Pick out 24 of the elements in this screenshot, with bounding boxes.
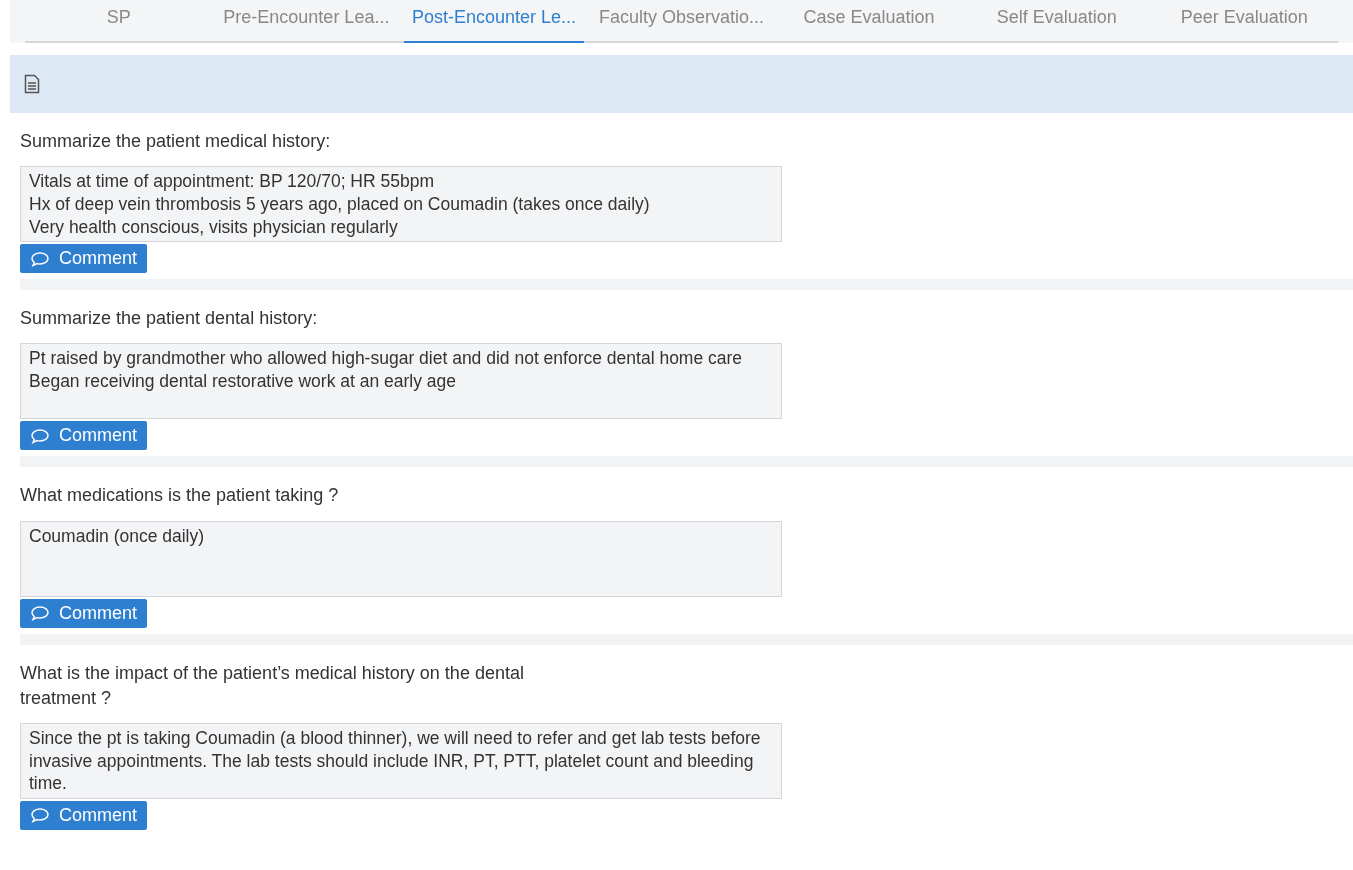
question-label: What is the impact of the patient’s medical history on the dental treatment ? [20, 661, 525, 710]
comment-button[interactable]: Comment [20, 244, 148, 274]
answer-field[interactable]: Since the pt is taking Coumadin (a blood thinner), we will need to refer and get lab tests before invasive appointments. The lab tests should include INR, PT, PTT, platelet count and bleeding time. [20, 722, 782, 799]
comment-button[interactable]: Comment [20, 800, 148, 830]
tab[interactable]: Pre-Encounter Lea... [215, 0, 398, 43]
speech-bubble-icon [30, 427, 50, 444]
tab[interactable]: Post-Encounter Le... [403, 0, 584, 43]
tab[interactable]: SP [98, 0, 139, 43]
speech-bubble-icon [30, 250, 50, 267]
question-label: Summarize the patient dental history: [20, 307, 319, 331]
tab[interactable]: Self Evaluation [988, 0, 1125, 43]
tab[interactable]: Faculty Observatio... [591, 0, 773, 43]
answer-field[interactable]: Vitals at time of appointment: BP 120/70; HR 55bpm Hx of deep vein thrombosis 5 years ago, placed on Coumadin (takes once daily) Very health conscious, visits physician regularly [20, 166, 782, 243]
tab[interactable]: Case Evaluation [795, 0, 943, 43]
speech-bubble-icon [30, 605, 50, 622]
tab[interactable]: Peer Evaluation [1172, 0, 1316, 43]
document-icon[interactable] [24, 74, 40, 94]
comment-button[interactable]: Comment [20, 598, 148, 628]
speech-bubble-icon [30, 807, 50, 824]
question-label: Summarize the patient medical history: [20, 130, 332, 153]
comment-button[interactable]: Comment [20, 421, 148, 451]
answer-field[interactable]: Coumadin (once daily) [20, 520, 782, 597]
question-label: What medications is the patient taking ? [20, 484, 340, 508]
answer-field[interactable]: Pt raised by grandmother who allowed high-sugar diet and did not enforce dental home care Began receiving dental restorative work at an early age [20, 343, 782, 420]
